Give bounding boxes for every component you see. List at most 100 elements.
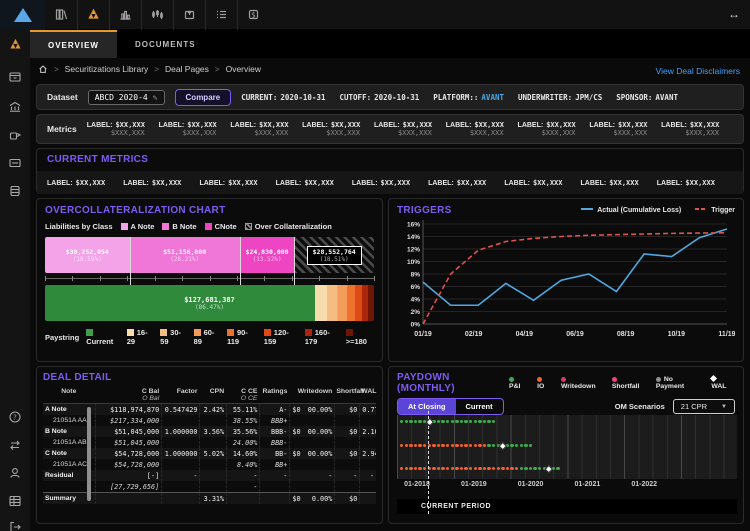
table-cell: $0 00.00% (289, 404, 334, 415)
current-period-label: CURRENT PERIOD (421, 503, 492, 510)
legend-swatch (120, 223, 128, 230)
table-cell (359, 493, 376, 504)
payment-dot (450, 420, 454, 424)
metric-line: LABEL: $XX,XXX (589, 121, 647, 129)
oc-legend: Liabilities by Class A Note B Note CNote Ov… (45, 222, 374, 231)
table-row[interactable]: 21051A AA9 $217,334,000 38.55% BBB+ (43, 415, 376, 426)
payment-dot (409, 467, 413, 471)
metric-value: $XX,XXX (304, 178, 334, 187)
header-label: CPN (209, 388, 225, 395)
ruler-tick (182, 276, 184, 281)
writedown-amount: $0 (292, 449, 301, 458)
current-button[interactable]: Current (456, 399, 503, 414)
legend-label: Trigger (711, 207, 735, 214)
payment-dot (400, 420, 404, 424)
column-header: C Bal O Bal (94, 387, 162, 404)
payment-dot (432, 444, 436, 448)
deals-icon[interactable] (77, 0, 109, 30)
logout-icon[interactable] (8, 520, 22, 531)
table-row[interactable]: B Note $51,045,000 1.000000 3.56% 35.56% BBB-… (43, 426, 376, 437)
at-closing-button[interactable]: At Closing (398, 399, 456, 414)
bank-icon[interactable] (8, 100, 22, 114)
writedown-pct: 0.00% (311, 494, 333, 503)
payment-dot (400, 444, 404, 448)
metric-subvalue: $XXX,XXX (398, 129, 432, 137)
paydown-legend-item: Writedown (560, 376, 603, 390)
table-cell: [27,729,656] (94, 481, 162, 492)
edit-pencil-icon[interactable]: ✎ (153, 93, 158, 102)
grid-icon[interactable] (8, 494, 22, 508)
tab-overview[interactable]: OVERVIEW (30, 30, 117, 58)
table-header-row: Note C Bal O Bal Factor CPN C CE O CE Ratings Wr… (43, 387, 376, 404)
table-row[interactable]: C Note $54,728,000 1.000000 5.02% 14.60% BB- $… (43, 448, 376, 459)
bar-chart-icon[interactable] (109, 0, 141, 30)
metric-label: LABEL: (199, 179, 226, 187)
table-scrollbar[interactable] (87, 407, 91, 501)
crumb-securitizations-library[interactable]: Securitizations Library (65, 64, 149, 74)
payment-dot (404, 420, 408, 424)
ruler-tick (236, 276, 238, 281)
stat-label: CURRENT: (241, 92, 278, 102)
payment-dot (492, 467, 496, 471)
payment-dot (478, 444, 482, 448)
dataset-input[interactable]: ABCD 2020-4 ✎ (87, 89, 165, 105)
database-icon[interactable] (8, 184, 22, 198)
table-cell (161, 437, 199, 448)
rail-deals-icon[interactable] (0, 30, 30, 58)
summary-row[interactable]: Summary 3.31% $0 0.00% $0 (43, 492, 376, 504)
table-cell: $51,045,000 (94, 426, 162, 437)
table-row[interactable]: 21051A AB7 $51,045,000 24.00% BBB- (43, 437, 376, 448)
header-label: Note (61, 388, 77, 395)
table-row[interactable]: A Note $118,974,870 0.547429 2.42% 55.11% A- $… (43, 404, 376, 415)
card-icon[interactable] (8, 156, 22, 170)
tab-documents[interactable]: DOCUMENTS (117, 30, 214, 58)
liability-segment: $38,252,054 (18.59%) (45, 237, 130, 273)
series-actual (422, 228, 728, 307)
chevron-down-icon: ▼ (721, 403, 727, 410)
svg-text:14%: 14% (407, 234, 420, 241)
table-cell (334, 437, 359, 448)
metric-item: LABEL: $XX,XXX $XXX,XXX (446, 121, 518, 137)
payment-dot (400, 467, 404, 471)
help-icon[interactable]: ? (8, 410, 22, 424)
crumb-sep: > (154, 64, 159, 74)
segment-value: $38,252,054 (65, 247, 109, 256)
payment-dot (413, 420, 418, 424)
user-icon[interactable] (8, 466, 22, 480)
library-icon[interactable] (45, 0, 77, 30)
performance-chart-icon[interactable] (141, 0, 173, 30)
payment-dot (501, 467, 505, 471)
billing-icon[interactable]: $ (237, 0, 269, 30)
table-row[interactable]: Residual [-] - - - - - - (43, 470, 376, 481)
compare-button[interactable]: Compare (174, 88, 232, 106)
legend-swatch (244, 223, 252, 230)
paystring-legend-item: Current (86, 328, 120, 346)
table-cell (259, 493, 289, 504)
axis-label: 01-2021 (574, 481, 601, 488)
share-icon[interactable] (8, 128, 22, 142)
metric-value: $XX,XXX (618, 121, 648, 129)
om-scenarios-dropdown[interactable]: 21 CPR ▼ (672, 399, 735, 414)
expand-icon[interactable]: ↔ (728, 7, 740, 21)
metric-item: LABEL: $XX,XXX $XXX,XXX (589, 121, 661, 137)
home-icon[interactable] (38, 64, 48, 74)
archive-icon[interactable] (8, 70, 22, 84)
transfer-icon[interactable] (8, 438, 22, 452)
package-icon[interactable] (173, 0, 205, 30)
table-cell: $0 0.00% (289, 493, 334, 504)
payment-dot (441, 420, 445, 424)
view-deal-disclaimers-link[interactable]: View Deal Disclaimers (656, 66, 740, 76)
svg-text:2%: 2% (411, 309, 421, 316)
app-logo[interactable] (0, 0, 45, 30)
list-icon[interactable] (205, 0, 237, 30)
segment-value: $24,830,000 (245, 247, 289, 256)
segment-pct: (13.52%) (252, 255, 282, 263)
current-period-bar: CURRENT PERIOD (397, 499, 737, 514)
legend-swatch (126, 329, 134, 336)
table-row[interactable]: 21051A AC5 $54,728,000 8.40% BB+ (43, 459, 376, 470)
table-row[interactable]: [27,729,656] - (43, 481, 376, 492)
metric-label: LABEL: (428, 179, 454, 187)
table-cell: - (334, 470, 359, 481)
payment-dot (418, 420, 422, 424)
crumb-deal-pages[interactable]: Deal Pages (165, 64, 209, 74)
